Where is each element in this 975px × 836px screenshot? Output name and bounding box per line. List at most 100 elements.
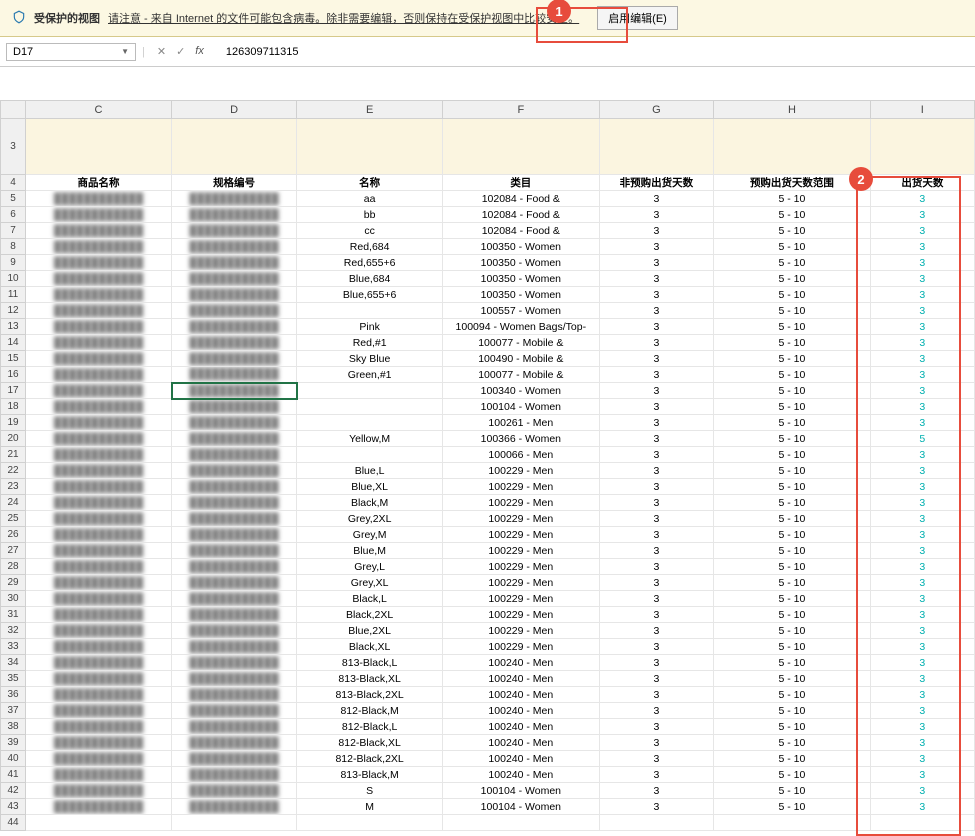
table-row[interactable]: 41████████████████████████813-Black,M100… bbox=[1, 767, 975, 783]
row-header[interactable]: 17 bbox=[1, 383, 26, 399]
cell[interactable]: ████████████ bbox=[26, 559, 172, 575]
cell[interactable]: aa bbox=[297, 191, 443, 207]
cell[interactable]: ████████████ bbox=[26, 655, 172, 671]
row-header[interactable]: 5 bbox=[1, 191, 26, 207]
cell[interactable] bbox=[297, 399, 443, 415]
cell[interactable]: ████████████ bbox=[172, 511, 297, 527]
cell[interactable]: 3 bbox=[599, 287, 714, 303]
cell[interactable]: ████████████ bbox=[26, 463, 172, 479]
row-header[interactable]: 33 bbox=[1, 639, 26, 655]
cell[interactable]: ████████████ bbox=[172, 383, 297, 399]
cell[interactable]: 3 bbox=[870, 703, 974, 719]
header-cell[interactable]: 预购出货天数范围 bbox=[714, 175, 870, 191]
cell[interactable]: 3 bbox=[599, 623, 714, 639]
row-header[interactable]: 8 bbox=[1, 239, 26, 255]
cell[interactable]: 5 - 10 bbox=[714, 703, 870, 719]
cell[interactable]: Red,684 bbox=[297, 239, 443, 255]
cell[interactable]: ████████████ bbox=[172, 783, 297, 799]
cell[interactable]: 5 - 10 bbox=[714, 287, 870, 303]
table-row[interactable]: 16████████████████████████Green,#1100077… bbox=[1, 367, 975, 383]
table-row[interactable]: 7████████████████████████cc102084 - Food… bbox=[1, 223, 975, 239]
table-row[interactable]: 13████████████████████████Pink100094 - W… bbox=[1, 319, 975, 335]
cell[interactable]: 5 bbox=[870, 431, 974, 447]
col-header-E[interactable]: E bbox=[297, 101, 443, 119]
cell[interactable]: 3 bbox=[599, 527, 714, 543]
row-header[interactable]: 4 bbox=[1, 175, 26, 191]
cell[interactable]: ████████████ bbox=[26, 415, 172, 431]
cell[interactable]: Grey,2XL bbox=[297, 511, 443, 527]
cancel-icon[interactable]: ✕ bbox=[157, 45, 166, 58]
cell[interactable]: 100240 - Men bbox=[443, 687, 599, 703]
cell[interactable]: 3 bbox=[599, 783, 714, 799]
cell[interactable]: 3 bbox=[870, 799, 974, 815]
table-row[interactable]: 44 bbox=[1, 815, 975, 831]
cell[interactable]: ████████████ bbox=[172, 351, 297, 367]
name-box[interactable]: D17 ▼ bbox=[6, 43, 136, 61]
cell[interactable]: 812-Black,L bbox=[297, 719, 443, 735]
row-header[interactable]: 21 bbox=[1, 447, 26, 463]
table-row[interactable]: 18████████████████████████100104 - Women… bbox=[1, 399, 975, 415]
cell[interactable]: ████████████ bbox=[26, 575, 172, 591]
cell[interactable]: 3 bbox=[870, 767, 974, 783]
cell[interactable]: 5 - 10 bbox=[714, 751, 870, 767]
chevron-down-icon[interactable]: ▼ bbox=[121, 47, 129, 56]
cell[interactable]: Blue,L bbox=[297, 463, 443, 479]
row-header[interactable]: 13 bbox=[1, 319, 26, 335]
cell[interactable]: ████████████ bbox=[172, 415, 297, 431]
row-header[interactable]: 40 bbox=[1, 751, 26, 767]
cell[interactable]: 3 bbox=[599, 703, 714, 719]
cell[interactable] bbox=[297, 447, 443, 463]
cell[interactable]: 3 bbox=[599, 591, 714, 607]
cell[interactable]: ████████████ bbox=[172, 431, 297, 447]
cell[interactable]: Blue,684 bbox=[297, 271, 443, 287]
cell[interactable]: 3 bbox=[599, 191, 714, 207]
cell[interactable]: 3 bbox=[599, 575, 714, 591]
cell[interactable]: 102084 - Food & bbox=[443, 191, 599, 207]
table-row[interactable]: 26████████████████████████Grey,M100229 -… bbox=[1, 527, 975, 543]
cell[interactable]: 5 - 10 bbox=[714, 767, 870, 783]
cell[interactable]: ████████████ bbox=[172, 239, 297, 255]
row-header[interactable]: 3 bbox=[1, 119, 26, 175]
cell[interactable]: 3 bbox=[599, 687, 714, 703]
table-row[interactable]: 22████████████████████████Blue,L100229 -… bbox=[1, 463, 975, 479]
cell[interactable]: ████████████ bbox=[172, 719, 297, 735]
cell[interactable]: 5 - 10 bbox=[714, 191, 870, 207]
cell[interactable]: ████████████ bbox=[26, 719, 172, 735]
cell[interactable]: 100229 - Men bbox=[443, 479, 599, 495]
cell[interactable]: ████████████ bbox=[26, 367, 172, 383]
row-header[interactable]: 27 bbox=[1, 543, 26, 559]
cell[interactable]: ████████████ bbox=[172, 319, 297, 335]
cell[interactable]: 5 - 10 bbox=[714, 639, 870, 655]
cell[interactable]: 100240 - Men bbox=[443, 751, 599, 767]
cell[interactable]: 100229 - Men bbox=[443, 607, 599, 623]
row-header[interactable]: 12 bbox=[1, 303, 26, 319]
cell[interactable]: 5 - 10 bbox=[714, 799, 870, 815]
cell[interactable]: Blue,655+6 bbox=[297, 287, 443, 303]
cell[interactable]: ████████████ bbox=[26, 495, 172, 511]
cell[interactable]: 100066 - Men bbox=[443, 447, 599, 463]
cell[interactable]: 3 bbox=[870, 623, 974, 639]
cell[interactable] bbox=[714, 119, 870, 175]
cell[interactable]: ████████████ bbox=[26, 623, 172, 639]
cell[interactable]: Red,655+6 bbox=[297, 255, 443, 271]
cell[interactable]: 3 bbox=[870, 559, 974, 575]
cell[interactable] bbox=[443, 119, 599, 175]
cell[interactable]: Black,L bbox=[297, 591, 443, 607]
row-header[interactable]: 37 bbox=[1, 703, 26, 719]
table-row[interactable]: 30████████████████████████Black,L100229 … bbox=[1, 591, 975, 607]
table-row[interactable]: 42████████████████████████S100104 - Wome… bbox=[1, 783, 975, 799]
row-header[interactable]: 14 bbox=[1, 335, 26, 351]
cell[interactable]: 100350 - Women bbox=[443, 271, 599, 287]
row-header[interactable]: 34 bbox=[1, 655, 26, 671]
cell[interactable]: Grey,XL bbox=[297, 575, 443, 591]
cell[interactable]: ████████████ bbox=[26, 543, 172, 559]
cell[interactable]: ████████████ bbox=[26, 767, 172, 783]
cell[interactable]: 3 bbox=[870, 223, 974, 239]
cell[interactable]: ████████████ bbox=[26, 431, 172, 447]
table-row[interactable]: 9████████████████████████Red,655+6100350… bbox=[1, 255, 975, 271]
cell[interactable]: 100229 - Men bbox=[443, 575, 599, 591]
cell[interactable]: ████████████ bbox=[172, 335, 297, 351]
cell[interactable]: 3 bbox=[870, 207, 974, 223]
cell[interactable]: 3 bbox=[599, 239, 714, 255]
row-header[interactable]: 11 bbox=[1, 287, 26, 303]
